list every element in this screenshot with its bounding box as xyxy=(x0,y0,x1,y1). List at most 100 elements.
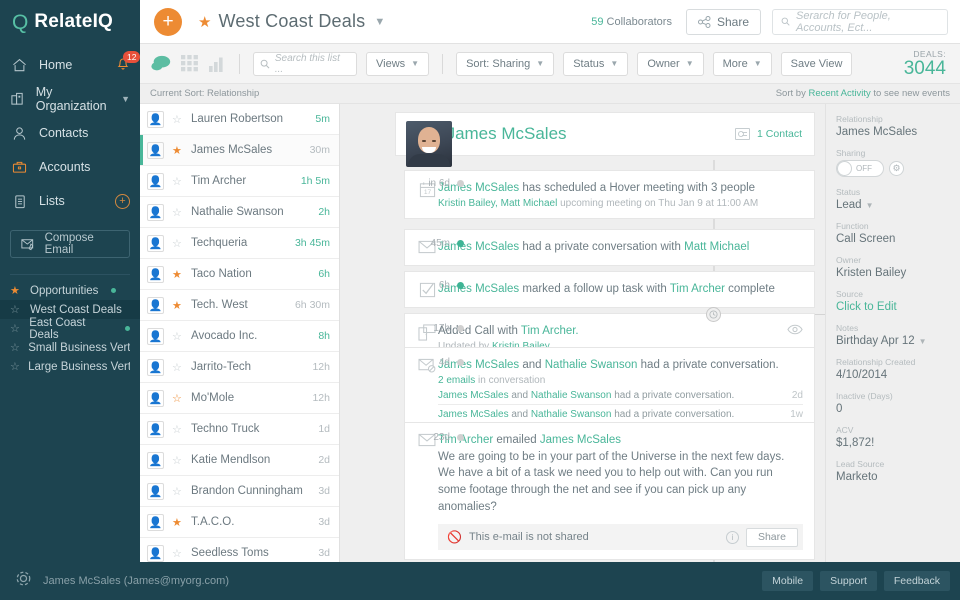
feed-event-meeting[interactable]: in 6d 17 James McSales has scheduled a H… xyxy=(404,170,815,219)
star-filled-icon[interactable]: ★ xyxy=(172,299,183,312)
plus-circle-icon[interactable]: + xyxy=(115,193,130,209)
thread-sub-item[interactable]: James McSales and Nathalie Swanson had a… xyxy=(438,386,803,405)
star-outline-icon[interactable]: ☆ xyxy=(172,361,183,374)
star-filled-icon[interactable]: ★ xyxy=(172,144,183,157)
star-outline-icon[interactable]: ☆ xyxy=(172,237,183,250)
relateiq-app: Q RelateIQ + ★ West Coast Deals ▼ 59 Col… xyxy=(0,0,960,600)
list-item[interactable]: 👤 ☆ Techqueria 3h 45m xyxy=(140,228,339,259)
email-count-link[interactable]: 2 emails xyxy=(438,375,475,386)
field-value[interactable]: Lead ▼ xyxy=(836,199,950,211)
field-value[interactable]: Call Screen xyxy=(836,233,950,245)
search-input[interactable]: Search this list ... xyxy=(253,51,357,76)
star-filled-icon[interactable]: ★ xyxy=(172,516,183,529)
notifications-bell[interactable]: 12 xyxy=(116,51,141,74)
list-item[interactable]: 👤 ☆ Seedless Toms 3d xyxy=(140,538,339,562)
feedback-button[interactable]: Feedback xyxy=(883,571,950,591)
star-outline-icon[interactable]: ☆ xyxy=(172,423,183,436)
sort-sharing-button[interactable]: Sort: Sharing ▼ xyxy=(456,51,555,76)
feed-event-conversation[interactable]: 45m James McSales had a private conversa… xyxy=(404,229,815,266)
event-card[interactable]: James McSales and Nathalie Swanson had a… xyxy=(404,347,815,433)
feed-event-thread[interactable]: 4d James McSales and Nathalie Swanson ha… xyxy=(404,347,815,433)
field-value[interactable]: James McSales xyxy=(836,126,950,138)
event-card[interactable]: James McSales marked a follow up task wi… xyxy=(404,271,815,308)
chevron-down-icon[interactable]: ▼ xyxy=(121,94,130,104)
star-filled-icon[interactable]: ★ xyxy=(172,268,183,281)
thread-sub-item[interactable]: James McSales and Nathalie Swanson had a… xyxy=(438,405,803,423)
views-button[interactable]: Views ▼ xyxy=(366,51,430,76)
card-row: Tim Archer emailed James McSales We are … xyxy=(416,432,803,551)
sidebar-item-accounts[interactable]: Accounts xyxy=(0,150,140,184)
field-value[interactable]: 4/10/2014 xyxy=(836,369,950,381)
star-outline-icon[interactable]: ☆ xyxy=(172,113,183,126)
list-item[interactable]: 👤 ☆ Jarrito-Tech 12h xyxy=(140,352,339,383)
conversations-icon[interactable] xyxy=(150,55,172,72)
sidebar-list-east-coast-deals[interactable]: ☆ East Coast Deals xyxy=(0,317,140,341)
global-search-input[interactable]: Serarch for People, Accounts, Ect... xyxy=(772,8,948,35)
brand-logo-area[interactable]: Q RelateIQ xyxy=(0,0,140,44)
info-icon[interactable]: i xyxy=(725,530,739,544)
star-filled-icon[interactable]: ★ xyxy=(198,13,211,31)
current-sort-label: Current Sort: Relationship xyxy=(150,88,260,99)
compose-email-button[interactable]: Compose Email xyxy=(10,230,130,258)
list-item[interactable]: 👤 ☆ Lauren Robertson 5m xyxy=(140,104,339,135)
share-button[interactable]: Share xyxy=(685,8,761,35)
chevron-down-icon[interactable]: ▼ xyxy=(374,16,385,28)
bar-chart-icon[interactable] xyxy=(209,55,226,72)
feed-event-task[interactable]: 6h James McSales marked a follow up task… xyxy=(404,271,815,308)
event-card[interactable]: James McSales had a private conversation… xyxy=(404,229,815,266)
save-view-button[interactable]: Save View xyxy=(780,51,853,76)
collaborators-count[interactable]: 59 Collaborators xyxy=(591,16,672,28)
plus-icon[interactable]: + xyxy=(154,7,182,36)
sidebar-item-my-organization[interactable]: My Organization ▼ xyxy=(0,82,140,116)
gear-icon[interactable] xyxy=(10,569,33,593)
list-item[interactable]: 👤 ★ Taco Nation 6h xyxy=(140,259,339,290)
list-item[interactable]: 👤 ☆ Tim Archer 1h 5m xyxy=(140,166,339,197)
field-value[interactable]: Birthday Apr 12 ▼ xyxy=(836,335,950,347)
recent-activity-link[interactable]: Recent Activity xyxy=(808,88,870,99)
list-item[interactable]: 👤 ☆ Katie Mendlson 2d xyxy=(140,445,339,476)
field-value[interactable]: Kristen Bailey xyxy=(836,267,950,279)
sharing-toggle[interactable]: OFF xyxy=(836,160,884,177)
list-item[interactable]: 👤 ☆ Nathalie Swanson 2h xyxy=(140,197,339,228)
field-value[interactable]: Marketo xyxy=(836,471,950,483)
grid-view-icon[interactable] xyxy=(181,55,200,72)
star-outline-icon[interactable]: ☆ xyxy=(172,547,183,560)
feed-event-email[interactable]: 23d Tim Archer emailed James McSales We … xyxy=(404,422,815,561)
sidebar-item-lists[interactable]: Lists + xyxy=(0,184,140,218)
event-card[interactable]: 17 James McSales has scheduled a Hover m… xyxy=(404,170,815,219)
field-value[interactable]: $1,872! xyxy=(836,437,950,449)
owner-filter-button[interactable]: Owner ▼ xyxy=(637,51,704,76)
list-item[interactable]: 👤 ☆ Techno Truck 1d xyxy=(140,414,339,445)
sidebar-item-home[interactable]: Home 12 xyxy=(0,48,141,82)
list-item[interactable]: 👤 ★ Tech. West 6h 30m xyxy=(140,290,339,321)
sidebar-item-contacts[interactable]: Contacts xyxy=(0,116,140,150)
status-filter-button[interactable]: Status ▼ xyxy=(563,51,629,76)
list-item[interactable]: 👤 ☆ Mo'Mole 12h xyxy=(140,383,339,414)
star-outline-icon[interactable]: ☆ xyxy=(172,392,183,405)
share-button[interactable]: Share xyxy=(745,527,798,547)
list-item[interactable]: 👤 ☆ Brandon Cunningham 3d xyxy=(140,476,339,507)
sidebar-list-small-business-vertical[interactable]: ☆ Small Business Vertical xyxy=(0,338,140,357)
event-card[interactable]: Tim Archer emailed James McSales We are … xyxy=(404,422,815,561)
list-item[interactable]: 👤 ☆ Avocado Inc. 8h xyxy=(140,321,339,352)
list-item[interactable]: 👤 ★ James McSales 30m xyxy=(140,135,339,166)
brand-name: RelateIQ xyxy=(34,11,114,32)
star-outline-icon[interactable]: ☆ xyxy=(172,485,183,498)
list-item-time: 8h xyxy=(318,330,330,342)
gear-icon[interactable]: ⚙ xyxy=(889,161,904,176)
sidebar-list-opportunities[interactable]: ★ Opportunities xyxy=(0,281,140,300)
list-item[interactable]: 👤 ★ T.A.C.O. 3d xyxy=(140,507,339,538)
global-search-placeholder: Serarch for People, Accounts, Ect... xyxy=(796,9,891,34)
star-outline-icon[interactable]: ☆ xyxy=(172,454,183,467)
field-value-editable[interactable]: Click to Edit xyxy=(836,301,950,313)
sidebar-list-large-business-vertical[interactable]: ☆ Large Business Vertic... xyxy=(0,357,140,376)
field-value[interactable]: 0 xyxy=(836,403,950,415)
contacts-link[interactable]: 1 Contact xyxy=(735,128,814,140)
notes-value: Birthday Apr 12 xyxy=(836,335,915,347)
star-outline-icon[interactable]: ☆ xyxy=(172,330,183,343)
star-outline-icon[interactable]: ☆ xyxy=(172,206,183,219)
support-button[interactable]: Support xyxy=(820,571,877,591)
star-outline-icon[interactable]: ☆ xyxy=(172,175,183,188)
more-filter-button[interactable]: More ▼ xyxy=(712,51,772,76)
mobile-button[interactable]: Mobile xyxy=(762,571,814,591)
